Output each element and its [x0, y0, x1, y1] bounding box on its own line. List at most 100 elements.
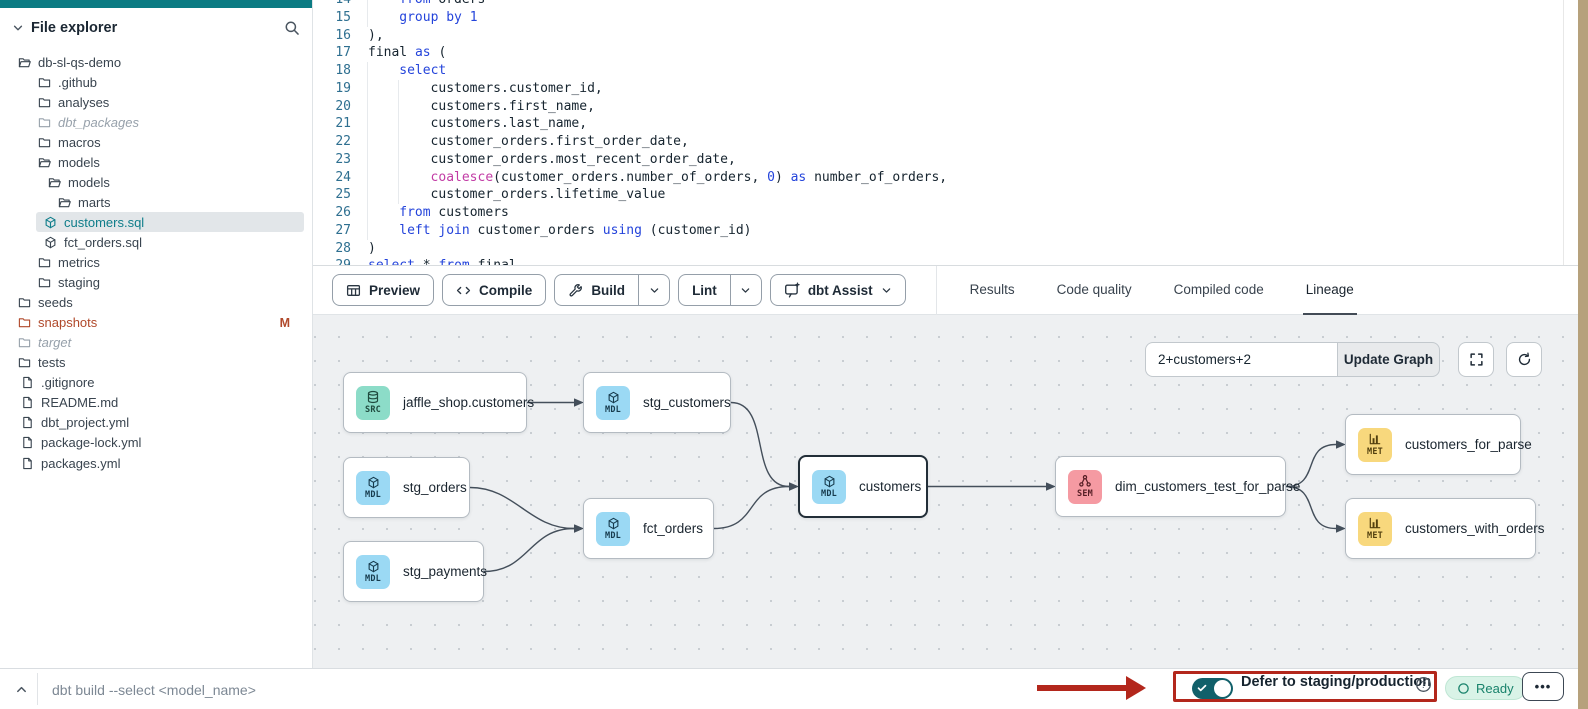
tree-item-label: marts: [78, 195, 111, 210]
line-number: 19: [313, 80, 351, 98]
indent-guide: [367, 80, 368, 98]
src-badge: SRC: [356, 386, 390, 420]
indent-guide: [398, 80, 399, 98]
line-number: 20: [313, 98, 351, 116]
toolbar-divider: [936, 266, 937, 315]
line-number: 18: [313, 62, 351, 80]
lineage-edge-stg_customers-to-customers: [731, 403, 789, 487]
graph-selector-input[interactable]: [1145, 342, 1337, 377]
lint-dropdown[interactable]: [730, 275, 761, 305]
line-number: 15: [313, 9, 351, 27]
model-icon: [607, 517, 620, 530]
defer-toggle[interactable]: [1192, 678, 1233, 699]
tree-item-dbt_packages[interactable]: dbt_packages: [0, 112, 304, 132]
node-label: stg_customers: [643, 395, 731, 410]
lineage-graph[interactable]: SRCjaffle_shop.customersMDLstg_customers…: [313, 315, 1578, 668]
code-text: from orders: [399, 0, 485, 9]
tree-item-label: customers.sql: [64, 215, 144, 230]
chevron-down-icon[interactable]: [12, 22, 24, 34]
search-icon[interactable]: [284, 20, 300, 36]
status-badge[interactable]: Ready: [1445, 676, 1526, 700]
lineage-node-customers_for_parse[interactable]: METcustomers_for_parse: [1345, 414, 1521, 475]
tab-code-quality[interactable]: Code quality: [1054, 266, 1135, 315]
line-number: 17: [313, 44, 351, 62]
lint-button[interactable]: Lint: [679, 275, 730, 305]
code-line-21: 21customers.last_name,: [313, 115, 1578, 133]
refresh-button[interactable]: [1506, 342, 1542, 377]
lineage-node-dim_customers_test_for_parse[interactable]: SEMdim_customers_test_for_parse: [1055, 456, 1286, 517]
tree-item-packages.yml[interactable]: packages.yml: [0, 453, 304, 473]
dbt-assist-button[interactable]: dbt Assist: [770, 274, 906, 306]
code-text: coalesce(customer_orders.number_of_order…: [431, 169, 948, 187]
tree-item-db-sl-qs-demo[interactable]: db-sl-qs-demo: [0, 52, 304, 72]
code-line-17: 17final as (: [313, 44, 1578, 62]
tree-item-marts[interactable]: marts: [0, 192, 304, 212]
tree-item-analyses[interactable]: analyses: [0, 92, 304, 112]
build-dropdown[interactable]: [638, 275, 669, 305]
tab-results[interactable]: Results: [967, 266, 1018, 315]
tree-item-package-lock.yml[interactable]: package-lock.yml: [0, 433, 304, 453]
tree-item-metrics[interactable]: metrics: [0, 253, 304, 273]
code-editor[interactable]: 14from orders15group by 116),17final as …: [313, 0, 1578, 266]
lineage-node-stg_customers[interactable]: MDL stg_customers: [583, 372, 731, 433]
sem-badge: SEM: [1068, 470, 1102, 504]
fullscreen-button[interactable]: [1458, 342, 1494, 377]
tree-item-label: .github: [58, 75, 97, 90]
tree-item-label: macros: [58, 135, 101, 150]
folder-open-icon: [18, 56, 31, 69]
badge-type-label: MET: [1367, 531, 1383, 541]
tree-item-tests[interactable]: tests: [0, 353, 304, 373]
defer-label: Defer to staging/production: [1241, 674, 1431, 690]
lineage-node-jaffle_shop.customers[interactable]: SRCjaffle_shop.customers: [343, 372, 527, 433]
tree-item-customers.sql[interactable]: customers.sql: [36, 212, 304, 232]
line-number: 21: [313, 115, 351, 133]
mdl-badge: MDL: [596, 386, 630, 420]
lineage-node-customers_with_orders[interactable]: METcustomers_with_orders: [1345, 498, 1536, 559]
tree-item-label: .gitignore: [41, 375, 94, 390]
tree-item-dbt_project.yml[interactable]: dbt_project.yml: [0, 413, 304, 433]
build-button[interactable]: Build: [555, 275, 638, 305]
lineage-node-stg_payments[interactable]: MDLstg_payments: [343, 541, 484, 602]
preview-button[interactable]: Preview: [332, 274, 434, 306]
tree-item-.gitignore[interactable]: .gitignore: [0, 373, 304, 393]
tree-item-models[interactable]: models: [0, 172, 304, 192]
tree-item-.github[interactable]: .github: [0, 72, 304, 92]
tree-item-label: db-sl-qs-demo: [38, 55, 121, 70]
tree-item-target[interactable]: target: [0, 333, 304, 353]
file-icon: [21, 376, 34, 389]
check-icon: [1197, 683, 1207, 693]
folder-icon: [38, 256, 51, 269]
refresh-icon: [1517, 352, 1532, 367]
code-text: select * from final: [368, 257, 517, 266]
compile-button[interactable]: Compile: [442, 274, 546, 306]
more-options-button[interactable]: •••: [1522, 672, 1564, 701]
file-icon: [21, 396, 34, 409]
tree-item-snapshots[interactable]: snapshotsM: [0, 313, 304, 333]
tree-item-models[interactable]: models: [0, 152, 304, 172]
tab-lineage[interactable]: Lineage: [1303, 266, 1357, 315]
file-icon: [21, 457, 34, 470]
folder-icon: [38, 136, 51, 149]
indent-guide: [398, 133, 399, 151]
tab-compiled-code[interactable]: Compiled code: [1171, 266, 1267, 315]
wrench-icon: [568, 283, 583, 298]
lineage-node-stg_orders[interactable]: MDLstg_orders: [343, 457, 470, 518]
window-scrollbar[interactable]: [1578, 0, 1588, 709]
lineage-node-fct_orders[interactable]: MDLfct_orders: [583, 498, 714, 559]
met-icon: [1368, 516, 1382, 530]
indent-guide: [367, 204, 368, 222]
tree-item-macros[interactable]: macros: [0, 132, 304, 152]
code-text: customer_orders.first_order_date,: [431, 133, 689, 151]
tree-item-fct_orders.sql[interactable]: fct_orders.sql: [0, 232, 304, 252]
update-graph-button[interactable]: Update Graph: [1337, 342, 1440, 377]
node-label: jaffle_shop.customers: [403, 395, 534, 410]
help-icon[interactable]: ?: [1415, 676, 1432, 693]
tree-item-staging[interactable]: staging: [0, 273, 304, 293]
tree-item-README.md[interactable]: README.md: [0, 393, 304, 413]
expand-command-bar-button[interactable]: [10, 678, 32, 700]
indent-guide: [367, 222, 368, 240]
command-input[interactable]: dbt build --select <model_name>: [52, 669, 256, 709]
tree-item-label: target: [38, 335, 71, 350]
tree-item-seeds[interactable]: seeds: [0, 293, 304, 313]
lineage-node-customers[interactable]: MDLcustomers: [798, 455, 928, 518]
